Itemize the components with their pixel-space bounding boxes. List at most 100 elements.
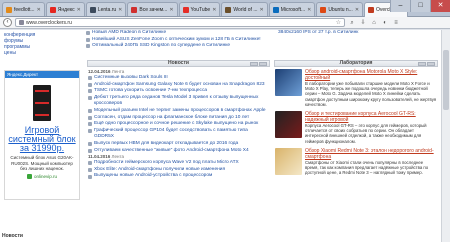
- promo-link[interactable]: Новый AMD Radeon в Ситилинке: [86, 30, 266, 37]
- home-icon[interactable]: ⌂: [370, 19, 378, 27]
- section-toggle-icon[interactable]: [259, 62, 267, 66]
- news-item[interactable]: Подробности геймерского корпуса Wave V2 …: [88, 160, 268, 167]
- close-tab-icon[interactable]: ✕: [355, 7, 359, 13]
- bookmark-star-icon[interactable]: ☆: [336, 19, 341, 26]
- news-item-text[interactable]: Отгуливаем качественные "живые" фото And…: [94, 148, 249, 155]
- news-item[interactable]: Дебют третьего ряда седанов Tesla Model …: [88, 95, 268, 108]
- browser-tab[interactable]: YouTube ✕: [178, 2, 221, 16]
- bullet-icon: [88, 142, 92, 147]
- close-tab-icon[interactable]: ✕: [77, 7, 81, 13]
- site-icon: [26, 173, 32, 179]
- ad-site-label[interactable]: onlinevip.ru: [34, 174, 57, 179]
- news-item-text[interactable]: Ещё одно процессорное и сочное решение с…: [94, 121, 258, 128]
- news-item-text[interactable]: Дебют третьего ряда седанов Tesla Model …: [94, 95, 268, 108]
- bullet-icon: [88, 161, 92, 166]
- news-date-label: Лента: [111, 154, 125, 160]
- section-toggle-icon[interactable]: [427, 62, 435, 66]
- lab-article-text: Корпуса Aerocool GT-RS – это корпус для …: [305, 123, 427, 144]
- close-tab-icon[interactable]: ✕: [260, 7, 264, 13]
- news-item[interactable]: Выпуск первых HBM для видеокарт откладыв…: [88, 141, 268, 148]
- minimize-icon[interactable]: –: [390, 0, 410, 12]
- article-thumbnail[interactable]: [275, 147, 302, 175]
- scrollbar-thumb[interactable]: [443, 50, 449, 110]
- news-item[interactable]: Системные вызовы Dark Souls III: [88, 75, 268, 82]
- tab-favicon-icon: [89, 6, 96, 13]
- address-text[interactable]: www.overclockers.ru: [26, 20, 72, 26]
- lab-article[interactable]: Обзор android-смартфона Motorola Moto X …: [275, 69, 437, 107]
- close-tab-icon[interactable]: ✕: [169, 7, 173, 13]
- news-item-text[interactable]: Системные вызовы Dark Souls III: [94, 75, 168, 82]
- browser-tab[interactable]: Ubuntu n... ✕: [316, 2, 364, 16]
- menu-icon[interactable]: ≡: [392, 19, 400, 27]
- bullet-icon: [86, 44, 90, 49]
- search-icon[interactable]: ⌕: [348, 19, 356, 27]
- bullet-icon: [88, 82, 92, 87]
- news-item[interactable]: TSMC готова ускорить освоение 7-нм техпр…: [88, 88, 268, 95]
- lab-article-body: Обзор android-смартфона Motorola Moto X …: [305, 69, 437, 107]
- maximize-icon[interactable]: □: [410, 0, 430, 12]
- browser-tab[interactable]: feedlott... ✕: [2, 2, 45, 16]
- news-item-text[interactable]: Выпущены новые Android-устройства с проц…: [94, 173, 212, 180]
- lab-article[interactable]: Обзор и тестирование корпуса Aerocool GT…: [275, 111, 437, 144]
- pc-case-image[interactable]: [21, 82, 63, 124]
- promo-link-text[interactable]: Оптимальный 240ГБ SSD Kingston по суперд…: [92, 43, 230, 50]
- top-right-promo[interactable]: 3840x2160 IPS от 27 т.р. в Ситилинк: [278, 30, 358, 37]
- close-window-icon[interactable]: ✕: [430, 0, 450, 12]
- tab-label: Ubuntu n...: [328, 6, 353, 13]
- bullet-icon: [88, 76, 92, 81]
- browser-tab[interactable]: Microsoft... ✕: [268, 2, 316, 16]
- tab-list: feedlott... ✕ Яндекс ✕ Lenta.ru ✕ Все зачем…: [2, 2, 416, 17]
- news-item[interactable]: Ещё одно процессорное и сочное решение с…: [88, 121, 268, 128]
- section-toggle-icon[interactable]: [418, 62, 426, 66]
- tab-favicon-icon: [225, 6, 232, 13]
- news-item-text[interactable]: Выпуск первых HBM для видеокарт откладыв…: [94, 141, 238, 148]
- site-info-icon[interactable]: [19, 20, 24, 25]
- promo-link[interactable]: Оптимальный 240ГБ SSD Kingston по суперд…: [86, 43, 266, 50]
- news-header-label: Новости: [168, 60, 189, 66]
- address-bar[interactable]: www.overclockers.ru ☆: [15, 18, 345, 27]
- news-item-text[interactable]: Модельный разъем Intel не терпит замены …: [94, 108, 266, 115]
- ad-header: Яндекс.Директ: [5, 71, 79, 78]
- lab-article-title[interactable]: Обзор android-смартфона Motorola Moto X …: [305, 69, 437, 81]
- browser-tab[interactable]: Lenta.ru ✕: [85, 2, 127, 16]
- lab-article[interactable]: Обзор Xiaomi Redmi Note 3: эталон недоро…: [275, 147, 437, 176]
- ad-title-link[interactable]: Игровой системный блок за 31990р.: [5, 126, 79, 153]
- browser-tab[interactable]: Все зачем... ✕: [127, 2, 178, 16]
- pc-case-stripe: [35, 114, 49, 116]
- extension-icon[interactable]: ◐: [381, 19, 389, 27]
- lab-article-title[interactable]: Обзор Xiaomi Redmi Note 3: эталон недоро…: [305, 148, 437, 160]
- nav-link[interactable]: цены: [4, 50, 81, 56]
- browser-tab[interactable]: Яндекс ✕: [45, 2, 85, 16]
- news-item[interactable]: Выпущены новые Android-устройства с проц…: [88, 173, 268, 180]
- bullet-icon: [86, 37, 90, 42]
- tab-favicon-icon: [368, 7, 375, 13]
- lab-article-title[interactable]: Обзор и тестирование корпуса Aerocool GT…: [305, 111, 437, 123]
- news-item[interactable]: Графический процессор GP104 будет соседс…: [88, 128, 268, 141]
- news-date-label: Лента: [111, 69, 125, 74]
- close-tab-icon[interactable]: ✕: [37, 7, 41, 13]
- lab-article-text: Смартфоны от Xiaomi стали очень популярн…: [305, 159, 429, 176]
- news-item-text[interactable]: Подробности геймерского корпуса Wave V2 …: [94, 160, 239, 167]
- vertical-scrollbar[interactable]: [441, 30, 450, 242]
- lab-list: Обзор android-смартфона Motorola Moto X …: [275, 69, 437, 179]
- tab-favicon-icon: [320, 6, 327, 13]
- article-thumbnail[interactable]: [275, 69, 302, 96]
- article-thumbnail[interactable]: [275, 111, 302, 139]
- bullet-icon: [86, 31, 90, 36]
- close-tab-icon[interactable]: ✕: [307, 7, 311, 13]
- tab-label: Lenta.ru: [97, 6, 117, 13]
- browser-tab[interactable]: World of ... ✕: [221, 2, 268, 16]
- tab-favicon-icon: [6, 6, 12, 13]
- news-item-text[interactable]: TSMC готова ускорить освоение 7-нм техпр…: [94, 88, 207, 95]
- news-item[interactable]: Модельный разъем Intel не терпит замены …: [88, 108, 268, 115]
- section-toggle-icon[interactable]: [250, 62, 258, 66]
- download-icon[interactable]: ⇩: [359, 19, 367, 27]
- close-tab-icon[interactable]: ✕: [118, 7, 122, 13]
- close-tab-icon[interactable]: ✕: [212, 7, 216, 13]
- back-icon[interactable]: ‹: [3, 18, 12, 27]
- news-item-text[interactable]: Графический процессор GP104 будет соседс…: [94, 128, 268, 141]
- news-item[interactable]: Отгуливаем качественные "живые" фото And…: [88, 148, 268, 155]
- promo-link-text[interactable]: Новый AMD Radeon в Ситилинке: [92, 30, 166, 37]
- yandex-direct-ad[interactable]: Яндекс.Директ Игровой системный блок за …: [4, 70, 80, 200]
- ad-site[interactable]: onlinevip.ru: [5, 173, 79, 179]
